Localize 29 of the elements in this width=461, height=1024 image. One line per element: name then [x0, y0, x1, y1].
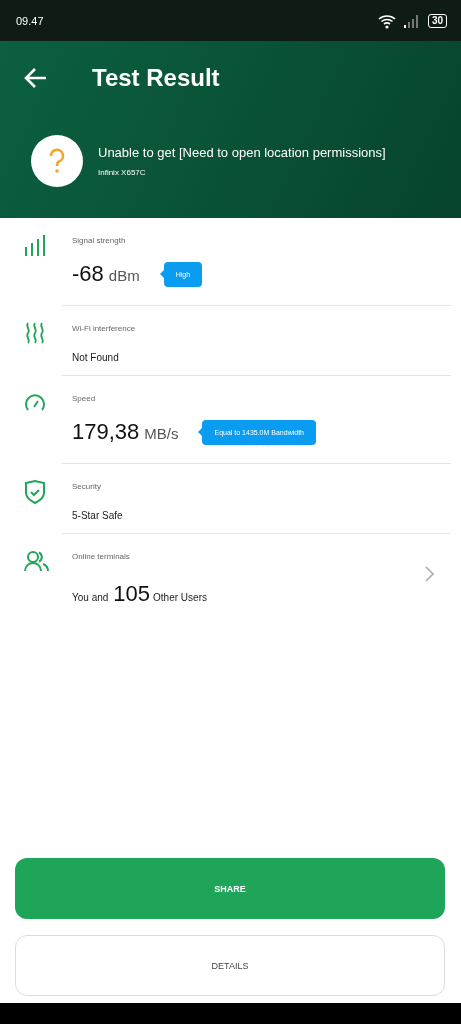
wifi-icon — [377, 12, 396, 29]
page-title: Test Result — [92, 64, 220, 92]
details-button[interactable]: DETAILS — [15, 935, 445, 996]
question-mark-icon — [31, 135, 83, 187]
reading-unit: dBm — [108, 267, 140, 284]
users-icon — [24, 550, 50, 572]
item-value: Not Found — [72, 352, 120, 363]
reading-value: -68 — [72, 261, 104, 287]
item-value: 5-Star Safe — [72, 510, 124, 521]
users-prefix: You and — [72, 592, 109, 603]
item-label: Online terminals — [72, 552, 131, 561]
signal-bars-icon — [24, 234, 46, 256]
item-label: Wi-Fi interference — [72, 324, 137, 333]
user-count: 105 — [113, 581, 151, 607]
item-label: Speed — [72, 394, 97, 403]
clock-time: 09.47 — [16, 14, 44, 27]
cell-signal-icon — [403, 13, 420, 28]
device-name: Infinix X657C — [98, 168, 147, 177]
item-label: Security — [72, 482, 102, 491]
reading-value: 179,38 — [72, 419, 140, 445]
users-suffix: Other Users — [153, 592, 207, 603]
reading-unit: MB/s — [144, 425, 179, 442]
battery-indicator: 30 — [427, 13, 447, 28]
item-label: Signal strength — [72, 236, 127, 245]
back-arrow-icon[interactable] — [24, 67, 48, 89]
shield-check-icon — [24, 480, 46, 504]
location-status: Unable to get [Need to open location permissions] — [98, 145, 386, 160]
gauge-icon — [24, 392, 46, 412]
waves-icon — [24, 322, 46, 344]
